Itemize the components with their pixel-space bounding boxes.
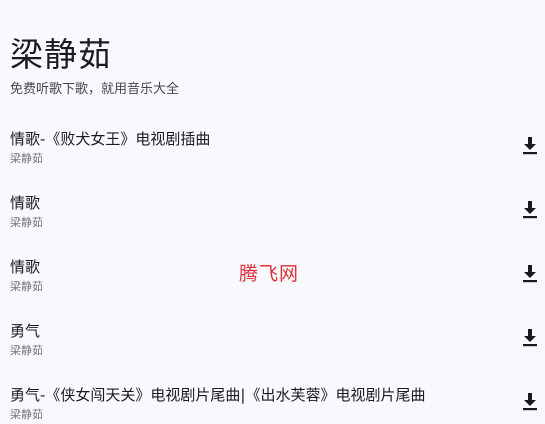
download-button[interactable]: [518, 390, 542, 414]
song-title: 情歌-《败犬女王》电视剧插曲: [10, 130, 211, 148]
download-button[interactable]: [518, 262, 542, 286]
song-list-item[interactable]: 勇气 梁静茹: [0, 314, 545, 378]
artist-songs-page: 梁静茹 免费听歌下歌，就用音乐大全 情歌-《败犬女王》电视剧插曲 梁静茹 情歌 …: [0, 0, 545, 424]
download-icon: [522, 137, 538, 155]
watermark: 腾飞网: [239, 263, 300, 285]
song-artist: 梁静茹: [10, 152, 43, 165]
download-icon: [522, 201, 538, 219]
song-artist: 梁静茹: [10, 216, 43, 229]
page-title: 梁静茹: [10, 35, 112, 74]
song-artist: 梁静茹: [10, 408, 43, 421]
song-title: 勇气-《侠女闯天关》电视剧片尾曲|《出水芙蓉》电视剧片尾曲: [10, 386, 426, 404]
download-icon: [522, 393, 538, 411]
download-icon: [522, 265, 538, 283]
song-artist: 梁静茹: [10, 280, 43, 293]
download-icon: [522, 329, 538, 347]
download-button[interactable]: [518, 326, 542, 350]
artist-header: 梁静茹 免费听歌下歌，就用音乐大全: [10, 34, 179, 98]
song-title: 情歌: [10, 194, 41, 212]
song-title: 情歌: [10, 258, 41, 276]
page-subtitle: 免费听歌下歌，就用音乐大全: [10, 82, 180, 97]
download-button[interactable]: [518, 134, 542, 158]
song-list-item[interactable]: 情歌 梁静茹: [0, 186, 545, 250]
song-title: 勇气: [10, 322, 41, 340]
song-artist: 梁静茹: [10, 344, 43, 357]
song-list-item[interactable]: 勇气-《侠女闯天关》电视剧片尾曲|《出水芙蓉》电视剧片尾曲 梁静茹: [0, 378, 545, 424]
download-button[interactable]: [518, 198, 542, 222]
song-list-item[interactable]: 情歌-《败犬女王》电视剧插曲 梁静茹: [0, 122, 545, 186]
